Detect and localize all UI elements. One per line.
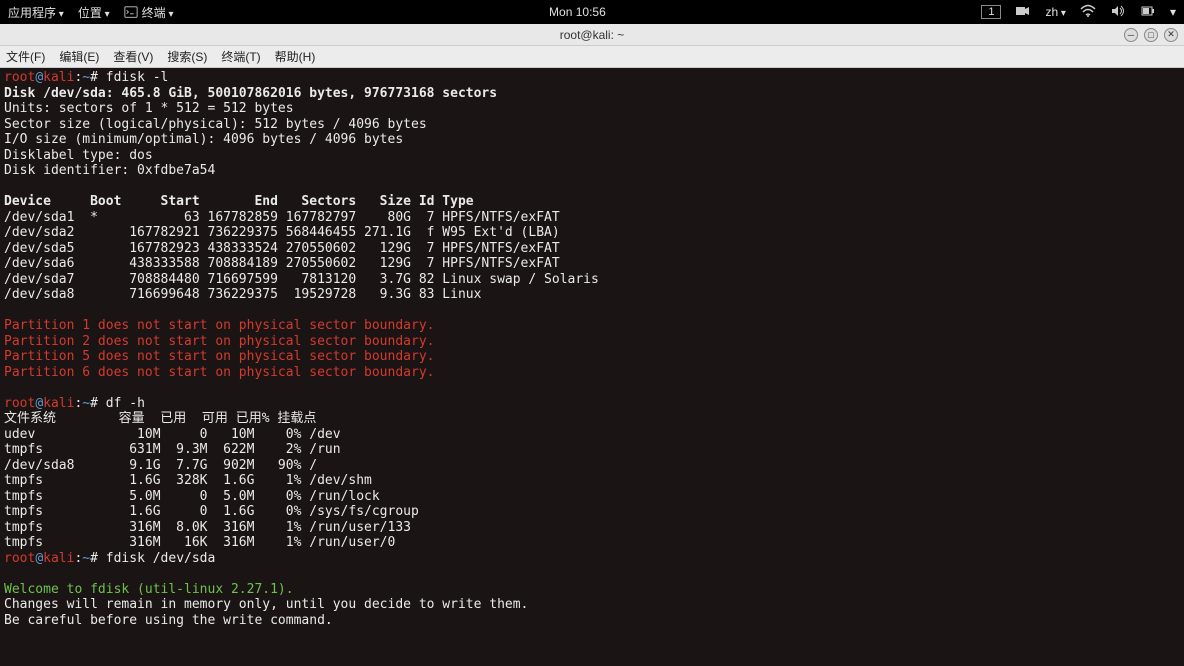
df-row: tmpfs 316M 8.0K 316M 1% /run/user/133 — [4, 520, 411, 535]
fdisk-io: I/O size (minimum/optimal): 4096 bytes /… — [4, 132, 403, 147]
window-title: root@kali: ~ — [560, 28, 625, 42]
fdisk-note: Be careful before using the write comman… — [4, 613, 333, 628]
fdisk-sector: Sector size (logical/physical): 512 byte… — [4, 117, 427, 132]
command-3: fdisk /dev/sda — [106, 551, 216, 566]
places-menu[interactable]: 位置 — [78, 4, 110, 21]
partition-row: /dev/sda8 716699648 736229375 19529728 9… — [4, 287, 481, 302]
menu-search[interactable]: 搜索(S) — [167, 48, 207, 65]
df-row: tmpfs 316M 16K 316M 1% /run/user/0 — [4, 535, 395, 550]
network-icon[interactable] — [1080, 4, 1096, 21]
df-header: 文件系统 容量 已用 可用 已用% 挂载点 — [4, 411, 316, 426]
partition-warning: Partition 1 does not start on physical s… — [4, 318, 434, 333]
fdisk-units: Units: sectors of 1 * 512 = 512 bytes — [4, 101, 294, 116]
df-row: tmpfs 1.6G 0 1.6G 0% /sys/fs/cgroup — [4, 504, 419, 519]
partition-warning: Partition 2 does not start on physical s… — [4, 334, 434, 349]
command-2: df -h — [106, 396, 145, 411]
terminal-output[interactable]: root@kali:~# fdisk -l Disk /dev/sda: 465… — [0, 68, 1184, 666]
df-row: udev 10M 0 10M 0% /dev — [4, 427, 341, 442]
system-top-bar: 应用程序 位置 终端 Mon 10:56 1 zh ▾ — [0, 0, 1184, 24]
partition-warning: Partition 5 does not start on physical s… — [4, 349, 434, 364]
fdisk-note: Changes will remain in memory only, unti… — [4, 597, 528, 612]
window-titlebar: root@kali: ~ ─ □ ✕ — [0, 24, 1184, 46]
df-row: tmpfs 5.0M 0 5.0M 0% /run/lock — [4, 489, 380, 504]
menu-bar: 文件(F) 编辑(E) 查看(V) 搜索(S) 终端(T) 帮助(H) — [0, 46, 1184, 68]
workspace-indicator[interactable]: 1 — [981, 5, 1001, 19]
partition-row: /dev/sda5 167782923 438333524 270550602 … — [4, 241, 560, 256]
partition-warning: Partition 6 does not start on physical s… — [4, 365, 434, 380]
volume-icon[interactable] — [1110, 4, 1126, 21]
df-row: /dev/sda8 9.1G 7.7G 902M 90% / — [4, 458, 317, 473]
menu-help[interactable]: 帮助(H) — [275, 48, 316, 65]
apps-menu[interactable]: 应用程序 — [8, 4, 64, 21]
fdisk-ident: Disk identifier: 0xfdbe7a54 — [4, 163, 215, 178]
minimize-button[interactable]: ─ — [1124, 28, 1138, 42]
prompt-user: root — [4, 70, 35, 85]
partition-row: /dev/sda1 * 63 167782859 167782797 80G 7… — [4, 210, 560, 225]
partition-header: Device Boot Start End Sectors Size Id Ty… — [4, 194, 474, 209]
maximize-button[interactable]: □ — [1144, 28, 1158, 42]
menu-terminal[interactable]: 终端(T) — [221, 48, 260, 65]
input-method[interactable]: zh — [1045, 5, 1066, 19]
df-row: tmpfs 631M 9.3M 622M 2% /run — [4, 442, 341, 457]
close-button[interactable]: ✕ — [1164, 28, 1178, 42]
terminal-icon — [124, 5, 138, 19]
fdisk-welcome: Welcome to fdisk (util-linux 2.27.1). — [4, 582, 294, 597]
fdisk-disk-line: Disk /dev/sda: — [4, 86, 114, 101]
command-1: fdisk -l — [106, 70, 169, 85]
partition-row: /dev/sda6 438333588 708884189 270550602 … — [4, 256, 560, 271]
menu-file[interactable]: 文件(F) — [6, 48, 45, 65]
terminal-launcher[interactable]: 终端 — [124, 4, 174, 21]
clock[interactable]: Mon 10:56 — [173, 5, 981, 19]
fdisk-label: Disklabel type: dos — [4, 148, 153, 163]
menu-view[interactable]: 查看(V) — [113, 48, 153, 65]
menu-edit[interactable]: 编辑(E) — [59, 48, 99, 65]
battery-icon[interactable] — [1140, 4, 1156, 21]
video-record-icon[interactable] — [1015, 4, 1031, 21]
partition-row: /dev/sda7 708884480 716697599 7813120 3.… — [4, 272, 599, 287]
partition-row: /dev/sda2 167782921 736229375 568446455 … — [4, 225, 560, 240]
df-row: tmpfs 1.6G 328K 1.6G 1% /dev/shm — [4, 473, 372, 488]
system-menu-dropdown[interactable]: ▾ — [1170, 5, 1176, 19]
